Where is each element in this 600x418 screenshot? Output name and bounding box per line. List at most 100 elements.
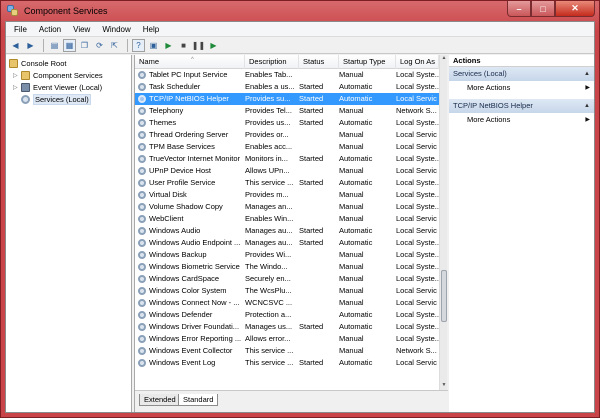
show-hide-tree-icon[interactable]: ▦ <box>63 38 76 52</box>
title-bar[interactable]: Component Services – □ ✕ <box>1 1 599 21</box>
service-row[interactable]: Windows Backup Provides Wi... Manual Local … <box>135 249 439 261</box>
event-viewer-icon <box>21 83 30 92</box>
service-status <box>299 213 337 225</box>
service-row[interactable]: Windows Event Log This service ... Started… <box>135 357 439 369</box>
export-list-icon[interactable]: ⇱ <box>108 39 121 52</box>
service-status: Started <box>299 154 324 163</box>
column-header-status[interactable]: Status <box>299 55 339 69</box>
service-row[interactable]: TrueVector Internet Monitor Monitors in..… <box>135 153 439 165</box>
scroll-up-icon[interactable]: ▲ <box>440 55 448 63</box>
column-header-log-on-as[interactable]: Log On As <box>396 55 439 69</box>
stop-service-icon[interactable]: ■ <box>177 39 190 52</box>
service-row[interactable]: Windows Driver Foundati... Manages us... S… <box>135 321 439 333</box>
up-folder-icon[interactable]: ▤ <box>48 39 61 52</box>
service-row[interactable]: Windows Defender Protection a... Automatic… <box>135 309 439 321</box>
service-row[interactable]: Windows Biometric Service The Windo... Man… <box>135 261 439 273</box>
tab-extended[interactable]: Extended <box>139 394 181 406</box>
refresh-icon[interactable]: ⟳ <box>93 39 106 52</box>
service-row[interactable]: Windows Error Reporting ... Allows error.… <box>135 333 439 345</box>
tree-item-label: Console Root <box>21 59 67 68</box>
tree-item-console-root[interactable]: Console Root <box>9 58 66 69</box>
service-log-on-as: Local Servic <box>396 94 437 103</box>
service-row[interactable]: Windows Audio Manages au... Started Automat… <box>135 225 439 237</box>
minimize-button[interactable]: – <box>507 1 531 17</box>
service-gear-icon <box>138 335 146 343</box>
column-header-description[interactable]: Description <box>245 55 299 69</box>
service-name: Windows Error Reporting ... <box>149 334 242 343</box>
service-name: TPM Base Services <box>149 142 215 151</box>
service-row[interactable]: WebClient Enables Win... Manual Local Servi… <box>135 213 439 225</box>
collapse-icon[interactable]: ▲ <box>584 67 590 81</box>
scroll-thumb[interactable] <box>441 270 447 322</box>
service-gear-icon <box>138 311 146 319</box>
service-row[interactable]: Volume Shadow Copy Manages an... Manual Loc… <box>135 201 439 213</box>
actions-section-selected-service[interactable]: TCP/IP NetBIOS Helper ▲ <box>449 99 594 113</box>
service-row[interactable]: Virtual Disk Provides m... Manual Local Sys… <box>135 189 439 201</box>
service-gear-icon <box>138 83 146 91</box>
service-row[interactable]: Windows Audio Endpoint ... Manages au... S… <box>135 237 439 249</box>
service-row[interactable]: Telephony Provides Tel... Started Manual Net… <box>135 105 439 117</box>
list-rows: Tablet PC Input Service Enables Tab... Man… <box>135 69 439 390</box>
service-status <box>299 69 337 81</box>
menu-view[interactable]: View <box>67 25 96 34</box>
pause-service-icon[interactable]: ❚❚ <box>192 39 205 52</box>
maximize-button[interactable]: □ <box>531 1 555 17</box>
service-description: The WcsPlu... <box>245 286 292 295</box>
column-header-startup-type[interactable]: Startup Type <box>339 55 396 69</box>
service-status <box>299 165 337 177</box>
service-row[interactable]: TPM Base Services Enables acc... Manual Loc… <box>135 141 439 153</box>
service-row[interactable]: TCP/IP NetBIOS Helper Provides su... Start… <box>135 93 439 105</box>
forward-icon[interactable]: ▶ <box>24 39 37 52</box>
service-startup-type: Manual <box>339 346 364 355</box>
service-status <box>299 201 337 213</box>
service-row[interactable]: Tablet PC Input Service Enables Tab... Man… <box>135 69 439 81</box>
toolbar-separator <box>127 38 128 52</box>
service-status <box>299 129 337 141</box>
action-more-actions[interactable]: More Actions ▶ <box>449 113 594 127</box>
service-name: UPnP Device Host <box>149 166 211 175</box>
service-row[interactable]: Windows Event Collector This service ... M… <box>135 345 439 357</box>
column-header-name[interactable]: Name ^ <box>135 55 245 69</box>
scroll-down-icon[interactable]: ▼ <box>440 382 448 390</box>
service-row[interactable]: Windows Color System The WcsPlu... Manual L… <box>135 285 439 297</box>
restart-service-icon[interactable]: ▶ <box>207 39 220 52</box>
service-name: Windows Audio Endpoint ... <box>149 238 241 247</box>
services-list: Name ^ Description Status Startup Type L… <box>134 55 448 412</box>
service-description: Protection a... <box>245 310 292 319</box>
copy-icon[interactable]: ❐ <box>78 39 91 52</box>
menu-window[interactable]: Window <box>96 25 136 34</box>
service-status <box>299 189 337 201</box>
tree-item-services-local[interactable]: Services (Local) <box>21 94 91 105</box>
service-row[interactable]: UPnP Device Host Allows UPn... Manual Local… <box>135 165 439 177</box>
expand-icon[interactable]: ▷ <box>13 72 19 79</box>
expand-icon[interactable]: ▷ <box>13 84 19 91</box>
service-description: This service ... <box>245 178 294 187</box>
tree-item-event-viewer[interactable]: ▷ Event Viewer (Local) <box>13 82 102 93</box>
close-button[interactable]: ✕ <box>555 1 595 17</box>
service-row[interactable]: User Profile Service This service ... Star… <box>135 177 439 189</box>
vertical-scrollbar[interactable]: ▲ ▼ <box>439 55 447 390</box>
service-description: Allows UPn... <box>245 166 290 175</box>
collapse-icon[interactable]: ▲ <box>584 99 590 113</box>
properties-icon[interactable]: ▣ <box>147 39 160 52</box>
action-more-actions[interactable]: More Actions ▶ <box>449 81 594 95</box>
service-row[interactable]: Task Scheduler Enables a us... Started Auto… <box>135 81 439 93</box>
service-description: Securely en... <box>245 274 291 283</box>
service-name: TrueVector Internet Monitor <box>149 154 241 163</box>
actions-pane: Actions Services (Local) ▲ More Actions … <box>449 55 594 412</box>
help-icon[interactable]: ? <box>132 38 145 52</box>
service-name: Windows Connect Now - ... <box>149 298 240 307</box>
menu-help[interactable]: Help <box>137 25 165 34</box>
tab-standard[interactable]: Standard <box>178 394 219 406</box>
menu-file[interactable]: File <box>8 25 33 34</box>
service-name: Virtual Disk <box>149 190 187 199</box>
service-row[interactable]: Thread Ordering Server Provides or... Manu… <box>135 129 439 141</box>
service-row[interactable]: Themes Provides us... Started Automatic Loca… <box>135 117 439 129</box>
actions-section-services-local[interactable]: Services (Local) ▲ <box>449 67 594 81</box>
menu-action[interactable]: Action <box>33 25 67 34</box>
back-icon[interactable]: ◀ <box>9 39 22 52</box>
start-service-icon[interactable]: ▶ <box>162 39 175 52</box>
service-row[interactable]: Windows Connect Now - ... WCNCSVC ... Manu… <box>135 297 439 309</box>
tree-item-component-services[interactable]: ▷ Component Services <box>13 70 103 81</box>
service-row[interactable]: Windows CardSpace Securely en... Manual Loc… <box>135 273 439 285</box>
